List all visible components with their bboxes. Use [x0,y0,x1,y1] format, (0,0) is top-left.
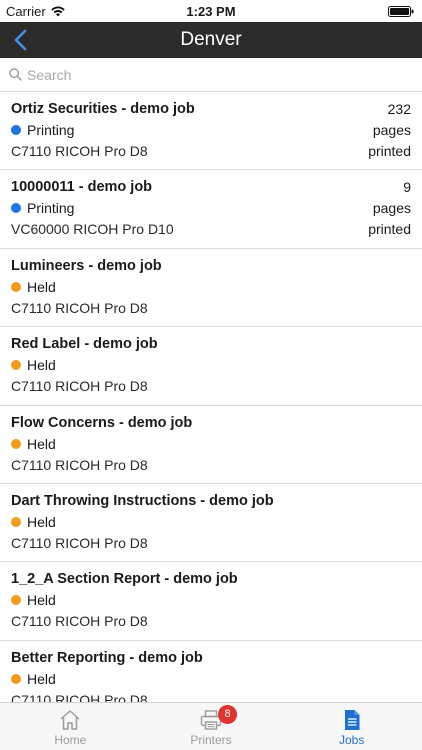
job-status-label: Held [27,592,56,609]
status-bar: Carrier 1:23 PM [0,0,422,22]
job-row[interactable]: Dart Throwing Instructions - demo job He… [0,484,422,563]
search-input[interactable] [27,63,407,87]
job-name: Ortiz Securities - demo job [11,101,195,117]
status-dot-icon [11,673,21,684]
search-bar [0,58,422,92]
job-row[interactable]: Red Label - demo job Held C7110 RICOH Pr… [0,327,422,406]
job-printer: C7110 RICOH Pro D8 [11,534,148,551]
job-status: Held [11,357,56,373]
status-dot-icon [11,125,21,135]
job-name: Better Reporting - demo job [11,649,203,666]
job-printed-label: printed [368,221,411,238]
job-status: Held [11,436,56,452]
job-name: Dart Throwing Instructions - demo job [11,492,274,509]
job-status: Held [11,514,56,530]
job-status: Printing [11,122,74,138]
printers-badge: 8 [218,705,237,724]
status-dot-icon [11,281,21,292]
job-printer: VC60000 RICOH Pro D10 [11,221,174,238]
job-name: 1_2_A Section Report - demo job [11,571,238,588]
job-status: Held [11,279,56,295]
navigation-bar: Denver [0,22,422,58]
job-row[interactable]: Better Reporting - demo job Held C7110 R… [0,641,422,702]
job-status-label: Held [27,278,56,295]
job-row[interactable]: Lumineers - demo job Held C7110 RICOH Pr… [0,249,422,328]
job-printer: C7110 RICOH Pro D8 [11,613,148,630]
status-dot-icon [11,516,21,527]
page-title: Denver [180,29,242,50]
status-dot-icon [11,203,21,214]
job-row[interactable]: Flow Concerns - demo job Held C7110 RICO… [0,406,422,484]
job-status: Held [11,592,56,608]
job-printer: C7110 RICOH Pro D8 [11,691,148,702]
job-row[interactable]: 10000011 - demo job Printing VC60000 RIC… [0,170,422,249]
job-printed-label: printed [368,143,411,159]
job-printer: C7110 RICOH Pro D8 [11,378,148,395]
job-page-count: 9 [403,179,411,196]
job-name: Flow Concerns - demo job [11,414,193,431]
tab-printers[interactable]: Printers [141,703,282,750]
job-status-label: Held [27,670,56,687]
job-printer: C7110 RICOH Pro D8 [11,143,148,159]
tab-printers-label: Printers [190,733,232,747]
status-dot-icon [11,360,21,371]
job-page-count: 232 [387,101,411,117]
job-printer: C7110 RICOH Pro D8 [11,456,148,473]
job-printer: C7110 RICOH Pro D8 [11,299,148,316]
job-list: Ortiz Securities - demo job Printing C71… [0,92,422,702]
tab-home-label: Home [54,733,87,747]
job-row[interactable]: 1_2_A Section Report - demo job Held C71… [0,562,422,641]
clock: 1:23 PM [186,4,236,19]
search-icon [9,68,22,81]
job-row[interactable]: Ortiz Securities - demo job Printing C71… [0,92,422,171]
job-status-label: Held [27,357,56,374]
job-status: Printing [11,200,74,216]
home-icon [60,710,80,730]
document-icon [344,710,360,730]
tab-home[interactable]: Home [0,703,141,750]
job-pages-label: pages [372,200,411,217]
job-status: Held [11,671,56,687]
tab-jobs-label: Jobs [339,733,365,747]
job-name: 10000011 - demo job [11,179,153,196]
status-dot-icon [11,595,21,606]
job-status-label: Held [27,435,56,452]
job-status-label: Printing [27,122,75,138]
job-status-label: Held [27,513,56,530]
job-status-label: Printing [27,200,75,217]
battery-icon [388,6,414,17]
job-name: Lumineers - demo job [11,257,162,274]
tab-jobs[interactable]: Jobs [281,703,422,750]
tab-bar: Home Printers Jobs 8 [0,702,422,750]
job-name: Red Label - demo job [11,336,158,353]
status-dot-icon [11,438,21,449]
job-pages-label: pages [372,122,411,138]
